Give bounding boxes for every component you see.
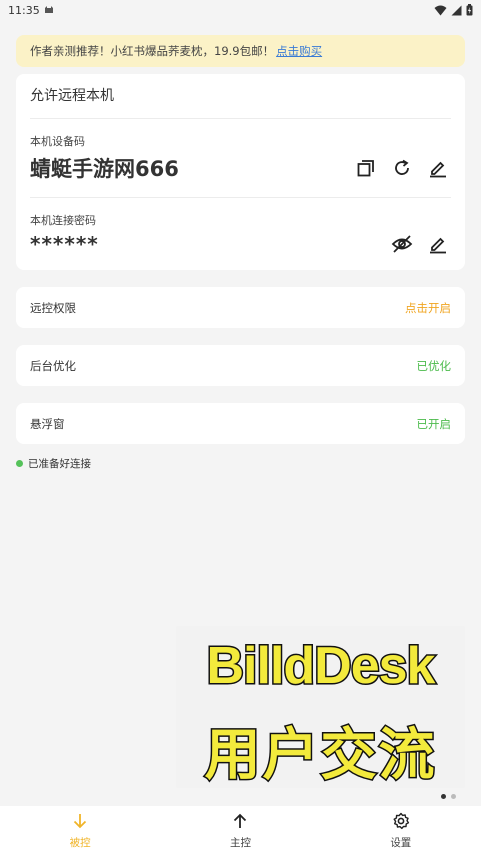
device-code-label: 本机设备码 <box>30 135 85 148</box>
banner-pager <box>441 794 456 799</box>
password-label: 本机连接密码 <box>30 214 96 227</box>
remote-card-title: 允许远程本机 <box>30 88 114 104</box>
floating-window-row[interactable]: 悬浮窗 已开启 <box>16 403 465 444</box>
eye-off-icon[interactable] <box>391 233 413 255</box>
wifi-icon <box>434 5 447 16</box>
divider <box>30 118 451 119</box>
banner-subtitle: 用户交流群 <box>203 722 437 788</box>
floating-window-label: 悬浮窗 <box>30 416 65 431</box>
status-dot-icon <box>16 460 23 467</box>
background-optimization-status: 已优化 <box>416 358 452 373</box>
promo-text: 作者亲测推荐！小红书爆品荞麦枕，19.9包邮！ <box>30 44 275 58</box>
device-code-value: 蜻蜓手游网666 <box>30 157 179 181</box>
nav-settings-label: 设置 <box>390 836 412 849</box>
bottom-navigation: 被控 主控 设置 <box>0 806 481 855</box>
pager-dot <box>441 794 446 799</box>
notification-icon <box>44 4 54 17</box>
arrow-up-icon <box>231 812 249 833</box>
password-value: ****** <box>30 232 99 256</box>
banner-title: BilldDesk <box>205 636 437 697</box>
floating-window-status: 已开启 <box>416 416 452 431</box>
nav-controlled[interactable]: 被控 <box>30 812 130 850</box>
nav-master-label: 主控 <box>229 836 251 849</box>
gear-icon <box>392 812 410 833</box>
community-banner[interactable]: BilldDesk 用户交流群 <box>176 626 465 788</box>
divider <box>30 197 451 198</box>
signal-icon <box>451 5 462 16</box>
remote-permission-row[interactable]: 远控权限 点击开启 <box>16 287 465 328</box>
pager-dot <box>451 794 456 799</box>
background-optimization-row[interactable]: 后台优化 已优化 <box>16 345 465 386</box>
remote-access-card: 允许远程本机 本机设备码 蜻蜓手游网666 本机连接密码 ****** <box>16 74 465 270</box>
refresh-icon[interactable] <box>391 157 413 179</box>
battery-icon <box>466 4 473 16</box>
arrow-down-icon <box>71 812 89 833</box>
remote-permission-status[interactable]: 点击开启 <box>405 300 451 316</box>
copy-icon[interactable] <box>355 157 377 179</box>
promo-banner: 作者亲测推荐！小红书爆品荞麦枕，19.9包邮！ 点击购买 <box>16 35 465 67</box>
edit-icon[interactable] <box>427 157 449 179</box>
promo-buy-link[interactable]: 点击购买 <box>276 43 322 59</box>
background-optimization-label: 后台优化 <box>30 358 76 373</box>
status-time: 11:35 <box>8 3 40 17</box>
nav-master[interactable]: 主控 <box>190 812 290 850</box>
edit-password-icon[interactable] <box>427 233 449 255</box>
remote-permission-label: 远控权限 <box>30 300 76 315</box>
connection-ready-text: 已准备好连接 <box>28 458 91 470</box>
connection-ready-status: 已准备好连接 <box>16 456 91 471</box>
nav-settings[interactable]: 设置 <box>351 812 451 850</box>
status-bar: 11:35 <box>0 0 481 20</box>
nav-controlled-label: 被控 <box>69 836 91 849</box>
